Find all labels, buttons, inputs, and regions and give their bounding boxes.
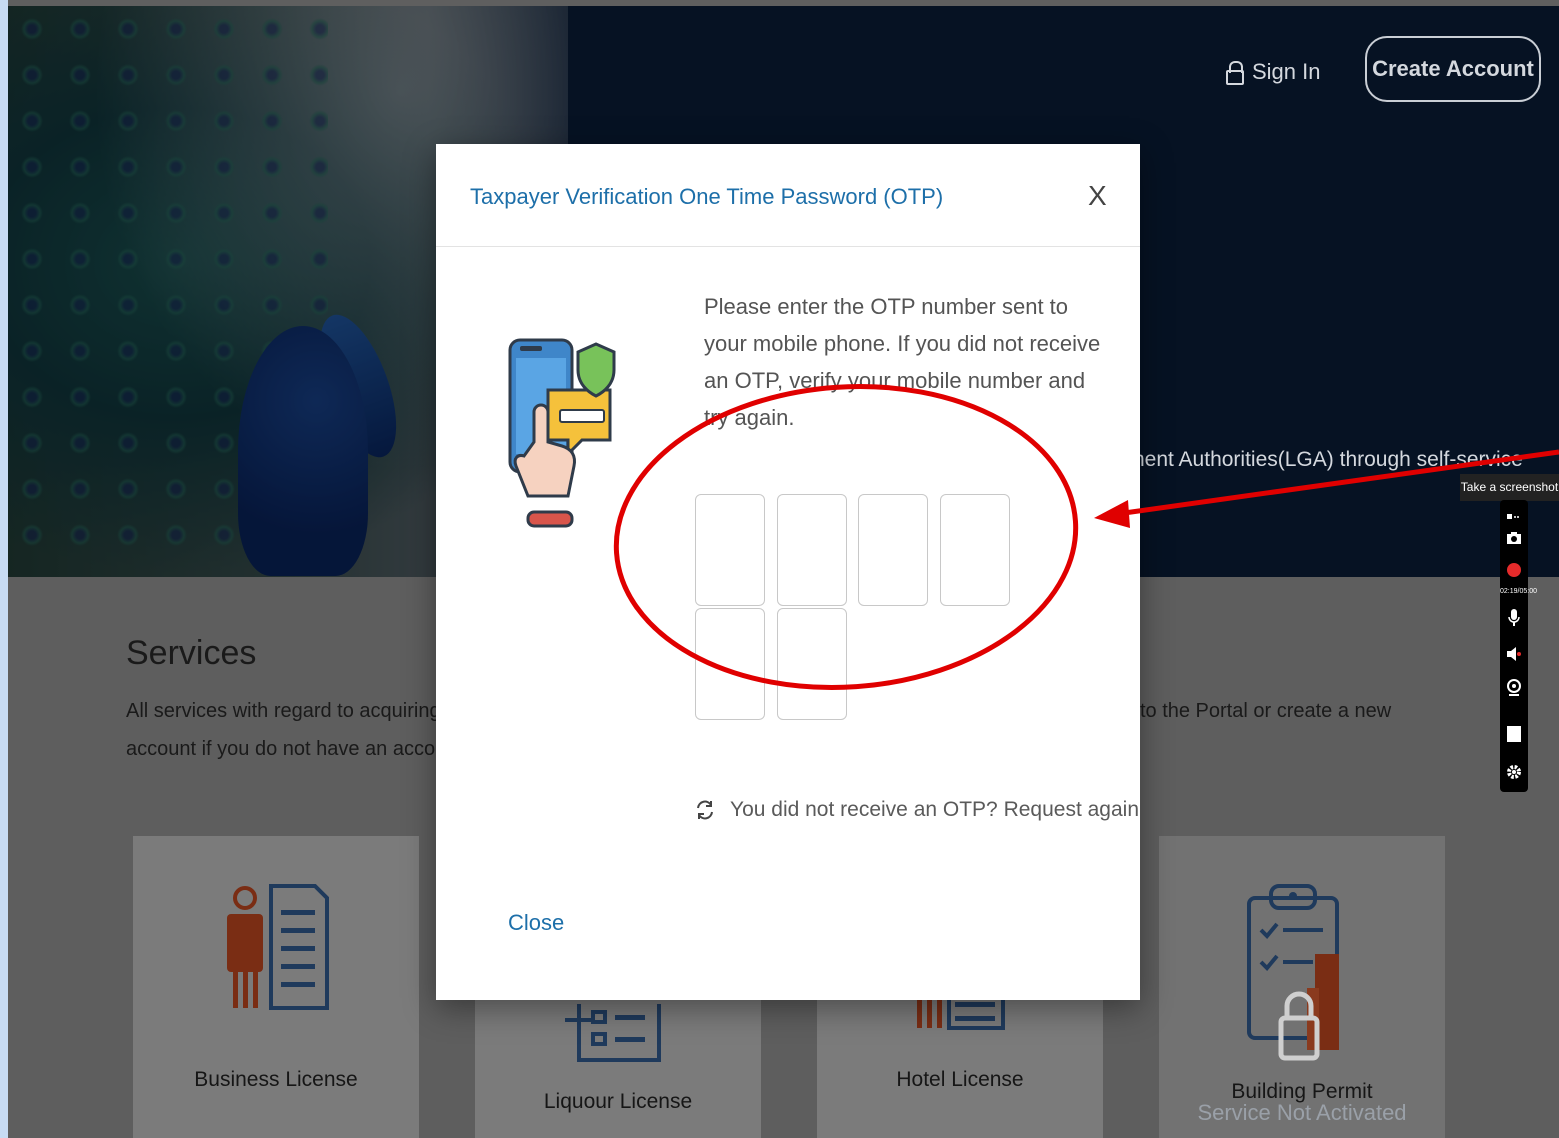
liquour-license-icon <box>565 1004 661 1062</box>
service-card-label: Business License <box>194 1068 358 1091</box>
service-status-label: Service Not Activated <box>1197 1100 1407 1125</box>
webcam-icon[interactable] <box>1504 678 1524 698</box>
recorder-tooltip: Take a screenshot <box>1460 474 1559 501</box>
speaker-icon[interactable] <box>1504 644 1524 664</box>
services-title: Services <box>126 634 257 672</box>
resend-otp-text: You did not receive an OTP? Request agai… <box>730 798 1139 821</box>
business-license-icon <box>227 884 329 1010</box>
gear-icon[interactable] <box>1504 762 1524 782</box>
left-frame-border <box>0 0 8 1138</box>
sign-in-link[interactable]: Sign In <box>1226 56 1321 88</box>
phone-otp-illustration-icon <box>508 338 616 528</box>
resend-otp-link[interactable]: You did not receive an OTP? Request agai… <box>694 798 1139 822</box>
otp-digit-4[interactable] <box>940 494 1010 606</box>
building-permit-icon <box>1247 884 1339 1061</box>
otp-digit-1[interactable] <box>695 494 765 606</box>
otp-digit-6[interactable] <box>777 608 847 720</box>
lock-icon <box>1226 61 1244 85</box>
microphone-icon[interactable] <box>1504 608 1524 628</box>
modal-title: Taxpayer Verification One Time Password … <box>470 184 944 209</box>
create-account-button[interactable]: Create Account <box>1365 36 1541 102</box>
otp-digit-3[interactable] <box>858 494 928 606</box>
modal-header: Taxpayer Verification One Time Password … <box>436 144 1140 247</box>
otp-modal: Taxpayer Verification One Time Password … <box>436 144 1140 1000</box>
services-desc-line2: account if you do not have an accoun <box>126 738 458 760</box>
service-card-building-permit[interactable]: Building Permit Service Not Activated <box>1159 836 1445 1138</box>
hotel-license-icon <box>917 998 1005 1030</box>
otp-digit-5[interactable] <box>695 608 765 720</box>
otp-instructions: Please enter the OTP number sent to your… <box>704 294 1101 430</box>
service-card-business-license[interactable]: Business License <box>133 836 419 1138</box>
window-icon[interactable] <box>1504 724 1524 744</box>
close-button[interactable]: Close <box>508 910 564 936</box>
modal-close-icon[interactable]: X <box>1088 180 1107 212</box>
refresh-icon <box>697 800 713 820</box>
service-card-label: Hotel License <box>896 1068 1024 1091</box>
camera-icon[interactable] <box>1504 528 1524 548</box>
recorder-timer: 02:19/05:00 <box>1500 588 1537 595</box>
hero-tagline: nent Authorities(LGA) through self-servi… <box>1133 448 1523 471</box>
services-desc-line1-left: All services with regard to acquiring li <box>126 700 456 722</box>
record-icon[interactable] <box>1504 560 1524 580</box>
otp-digit-2[interactable] <box>777 494 847 606</box>
screen-recorder-toolbar: 02:19/05:00 <box>1500 500 1537 792</box>
service-card-label: Liquour License <box>543 1090 693 1113</box>
pen-icon[interactable] <box>1504 506 1524 526</box>
sign-in-label: Sign In <box>1252 59 1321 84</box>
